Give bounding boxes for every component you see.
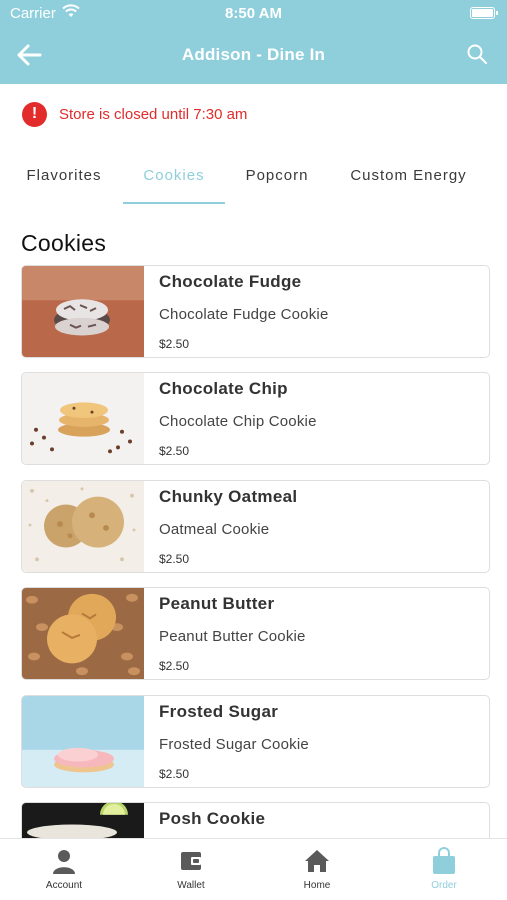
store-closed-alert: ! Store is closed until 7:30 am [22,100,247,128]
product-description: Peanut Butter Cookie [159,628,306,645]
app-header: Carrier 8:50 AM Addison - Dine In [0,0,507,84]
product-price: $2.50 [159,767,190,781]
tab-flavorites[interactable]: Flavorites [14,150,114,206]
product-price: $2.50 [159,552,190,566]
battery-icon [470,7,498,19]
status-bar: Carrier 8:50 AM [0,0,507,28]
tab-bar-order[interactable]: Order [399,847,489,897]
product-name: Peanut Butter [159,594,275,613]
search-button[interactable] [465,42,491,68]
product-name: Frosted Sugar [159,702,279,721]
product-card[interactable]: Chunky Oatmeal Oatmeal Cookie $2.50 [21,480,490,573]
tab-bar-label: Account [45,880,83,891]
product-price: $2.50 [159,659,190,673]
product-price: $2.50 [159,337,190,351]
active-tab-indicator [123,202,225,204]
chocolate-fudge-image [22,266,144,357]
status-time: 8:50 AM [225,5,282,22]
search-icon [467,44,487,64]
product-card[interactable]: Peanut Butter Peanut Butter Cookie $2.50 [21,587,490,680]
product-list[interactable]: Chocolate Fudge Chocolate Fudge Cookie $… [21,265,490,840]
peanut-butter-image [22,588,144,679]
alert-icon: ! [22,101,47,127]
tab-cookies[interactable]: Cookies [123,150,225,206]
alert-text: Store is closed until 7:30 am [59,105,248,123]
tab-popcorn[interactable]: Popcorn [233,150,321,206]
product-card[interactable]: Chocolate Chip Chocolate Chip Cookie $2.… [21,372,490,465]
tab-bar-label: Order [431,880,457,891]
shopping-bag-icon [433,847,455,874]
wallet-icon [181,852,201,870]
product-description: Chocolate Fudge Cookie [159,306,329,323]
product-name: Chocolate Fudge [159,272,302,291]
tab-bar-label: Home [303,880,331,891]
posh-cookie-image [22,803,144,840]
product-description: Oatmeal Cookie [159,521,270,538]
product-description: Frosted Sugar Cookie [159,736,309,753]
product-name: Chocolate Chip [159,379,288,398]
chocolate-chip-image [22,373,144,464]
chunky-oatmeal-image [22,481,144,572]
tab-bar-home[interactable]: Home [272,847,362,897]
tab-custom-energy[interactable]: Custom Energy [340,150,477,206]
product-card[interactable]: Chocolate Fudge Chocolate Fudge Cookie $… [21,265,490,358]
product-card[interactable]: Posh Cookie [21,802,490,840]
frosted-sugar-image [22,696,144,787]
nav-bar: Addison - Dine In [0,28,507,84]
bottom-tab-bar: Account Wallet Home Order [0,838,507,900]
category-tabs: Flavorites Cookies Popcorn Custom Energy [0,150,507,206]
tab-bar-wallet[interactable]: Wallet [146,847,236,897]
product-name: Posh Cookie [159,809,266,828]
person-icon [53,850,75,874]
tab-bar-label: Wallet [177,880,205,891]
tab-bar-account[interactable]: Account [19,847,109,897]
product-price: $2.50 [159,444,190,458]
home-icon [305,850,329,872]
product-card[interactable]: Frosted Sugar Frosted Sugar Cookie $2.50 [21,695,490,788]
section-title: Cookies [21,230,107,256]
product-name: Chunky Oatmeal [159,487,298,506]
product-description: Chocolate Chip Cookie [159,413,317,430]
page-title: Addison - Dine In [181,45,326,64]
